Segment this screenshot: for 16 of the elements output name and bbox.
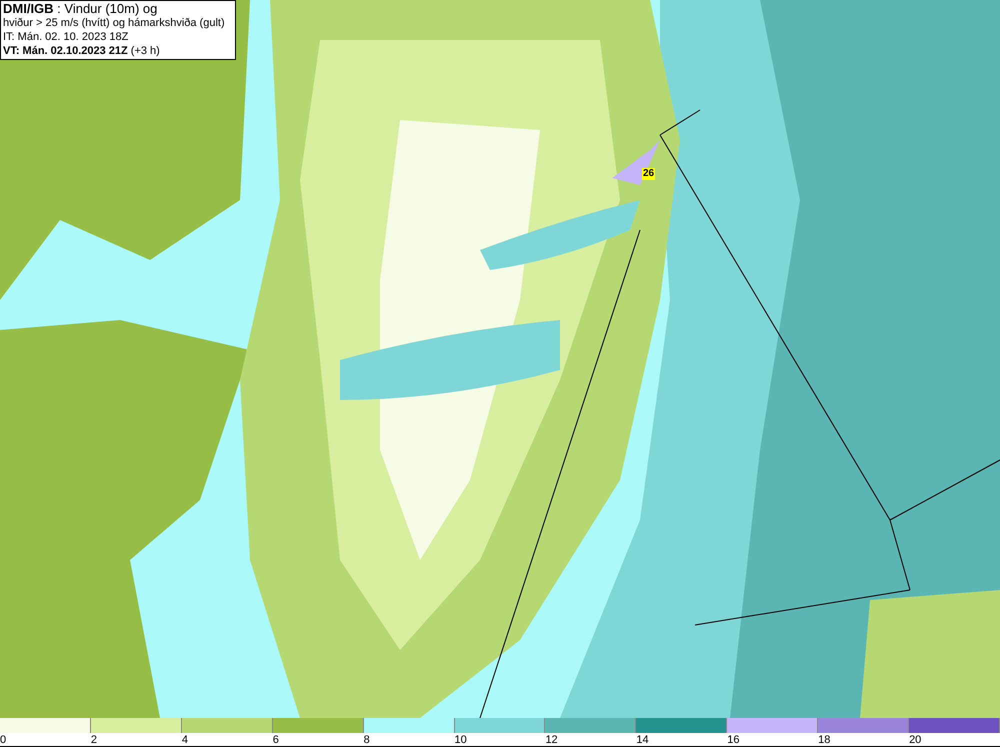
gust-marker: 26 bbox=[642, 168, 656, 180]
legend-tick-label: 4 bbox=[182, 734, 188, 746]
legend-tick-label: 12 bbox=[545, 734, 558, 746]
title-line: VT: Mán. 02.10.2023 21Z (+3 h) bbox=[3, 44, 161, 58]
legend-tick-label: 14 bbox=[636, 734, 649, 746]
title-line: hviður > 25 m/s (hvítt) og hámarkshviða (gult) bbox=[3, 16, 226, 30]
legend-tick-label: 10 bbox=[454, 734, 467, 746]
legend-tick-label: 18 bbox=[818, 734, 830, 746]
legend-tick-label: 16 bbox=[727, 734, 740, 746]
legend-tick-label: 8 bbox=[364, 734, 370, 746]
title-line: IT: Mán. 02. 10. 2023 18Z bbox=[3, 30, 130, 44]
title-line: DMI/IGB : Vindur (10m) og bbox=[3, 2, 158, 16]
legend-tick-label: 6 bbox=[272, 734, 279, 746]
legend-tick-label: 0 bbox=[0, 734, 6, 746]
legend-tick-label: 20 bbox=[909, 734, 922, 746]
legend-tick-label: 2 bbox=[90, 734, 98, 746]
